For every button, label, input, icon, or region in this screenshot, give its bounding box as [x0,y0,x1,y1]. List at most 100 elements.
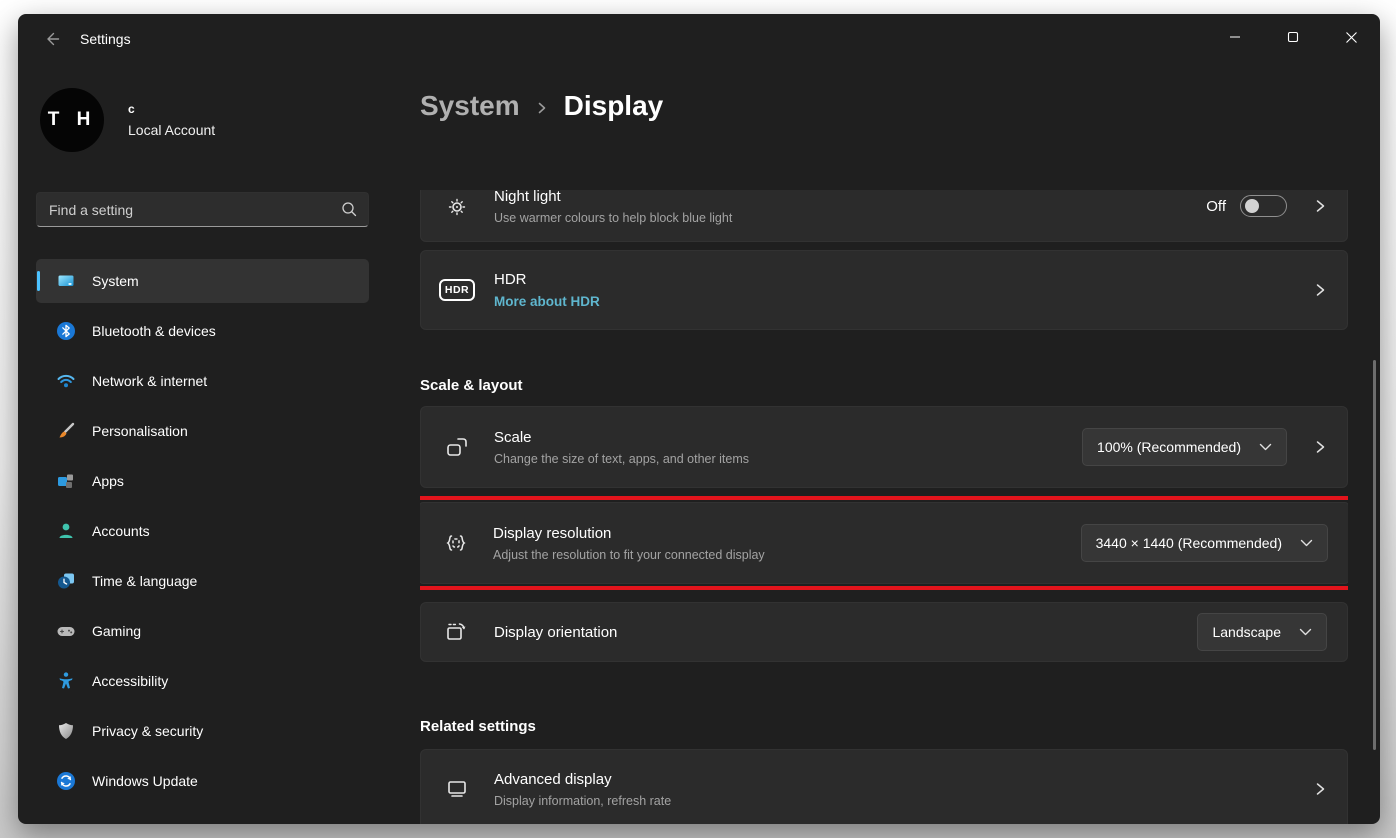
windows-update-icon [56,771,76,791]
privacy-shield-icon [56,721,76,741]
back-arrow-icon [43,30,61,48]
sidebar-item-label: Privacy & security [92,723,203,739]
sidebar-item-label: Apps [92,473,124,489]
chevron-down-icon [1259,443,1272,452]
display-orientation-value: Landscape [1212,624,1281,640]
close-button[interactable] [1322,14,1380,60]
display-resolution-title: Display resolution [493,525,1081,542]
sidebar-item-label: Gaming [92,623,141,639]
time-language-icon [56,571,76,591]
sidebar-item-network-internet[interactable]: Network & internet [36,359,369,403]
search-input[interactable] [36,192,369,227]
accessibility-person-icon [56,671,76,691]
chevron-right-icon [1313,198,1327,214]
scale-dropdown-value: 100% (Recommended) [1097,439,1241,455]
network-icon [56,371,76,391]
sidebar-nav: System Bluetooth & devices Network & int… [36,259,404,803]
sidebar-item-label: Bluetooth & devices [92,323,216,339]
minimize-icon [1229,31,1241,43]
advanced-display-subtitle: Display information, refresh rate [494,794,1313,808]
chevron-right-icon [1313,781,1327,797]
display-orientation-icon [444,619,470,645]
back-button[interactable] [32,22,72,56]
search-icon [340,200,358,218]
night-light-toggle-state: Off [1206,198,1226,215]
main-content: System Display Night light Use warmer co… [420,64,1380,824]
night-light-subtitle: Use warmer colours to help block blue li… [494,211,1206,225]
window-controls [1206,14,1380,60]
search-box [36,192,404,227]
advanced-display-icon [444,776,470,802]
minimize-button[interactable] [1206,14,1264,60]
scale-dropdown[interactable]: 100% (Recommended) [1082,428,1287,466]
section-related-settings: Related settings [420,718,1348,735]
display-resolution-row[interactable]: Display resolution Adjust the resolution… [420,502,1348,584]
sidebar-item-time-language[interactable]: Time & language [36,559,369,603]
sidebar-item-system[interactable]: System [36,259,369,303]
chevron-right-icon [1313,282,1327,298]
display-resolution-icon [443,530,469,556]
chevron-right-icon [1313,439,1327,455]
account-type: Local Account [128,122,215,138]
accounts-person-icon [56,521,76,541]
sidebar-item-label: Network & internet [92,373,207,389]
sidebar-item-gaming[interactable]: Gaming [36,609,369,653]
advanced-display-row[interactable]: Advanced display Display information, re… [420,749,1348,824]
hdr-title: HDR [494,271,1313,288]
titlebar: Settings [18,14,1380,64]
sidebar-item-apps[interactable]: Apps [36,459,369,503]
hdr-row[interactable]: HDR HDR More about HDR [420,250,1348,330]
chevron-down-icon [1300,539,1313,548]
display-orientation-title: Display orientation [494,624,1197,641]
system-icon [56,271,76,291]
breadcrumb: System Display [420,90,663,122]
night-light-row[interactable]: Night light Use warmer colours to help b… [420,190,1348,242]
sidebar-item-accounts[interactable]: Accounts [36,509,369,553]
sidebar-item-accessibility[interactable]: Accessibility [36,659,369,703]
sidebar-item-label: Accounts [92,523,150,539]
settings-window: Settings T H c Local Account [18,14,1380,824]
hdr-icon: HDR [444,277,470,303]
scrollbar[interactable] [1373,360,1376,750]
sidebar-item-label: Personalisation [92,423,188,439]
close-icon [1345,31,1358,44]
sidebar: T H c Local Account System [18,64,420,824]
app-title: Settings [80,31,131,47]
hdr-link[interactable]: More about HDR [494,294,1313,309]
night-light-icon [444,193,470,219]
sidebar-item-personalisation[interactable]: Personalisation [36,409,369,453]
apps-icon [56,471,76,491]
advanced-display-title: Advanced display [494,771,1313,788]
sidebar-item-label: Windows Update [92,773,198,789]
sidebar-item-label: Time & language [92,573,197,589]
gaming-gamepad-icon [56,621,76,641]
display-resolution-subtitle: Adjust the resolution to fit your connec… [493,548,1081,562]
account-section[interactable]: T H c Local Account [40,88,404,152]
settings-scroll-area: Night light Use warmer colours to help b… [420,190,1348,824]
display-resolution-dropdown[interactable]: 3440 × 1440 (Recommended) [1081,524,1328,562]
night-light-toggle[interactable] [1240,195,1287,217]
sidebar-item-bluetooth-devices[interactable]: Bluetooth & devices [36,309,369,353]
scale-icon [444,434,470,460]
sidebar-item-privacy-security[interactable]: Privacy & security [36,709,369,753]
personalisation-brush-icon [56,421,76,441]
display-orientation-dropdown[interactable]: Landscape [1197,613,1327,651]
sidebar-item-windows-update[interactable]: Windows Update [36,759,369,803]
chevron-down-icon [1299,628,1312,637]
avatar[interactable]: T H [40,88,104,152]
maximize-icon [1287,31,1299,43]
bluetooth-icon [56,321,76,341]
breadcrumb-parent[interactable]: System [420,90,520,122]
display-orientation-row[interactable]: Display orientation Landscape [420,602,1348,662]
night-light-title: Night light [494,190,1206,205]
scale-row[interactable]: Scale Change the size of text, apps, and… [420,406,1348,488]
section-scale-layout: Scale & layout [420,377,1348,394]
maximize-button[interactable] [1264,14,1322,60]
display-resolution-value: 3440 × 1440 (Recommended) [1096,535,1282,551]
account-name: c [128,102,215,116]
selected-indicator [37,271,40,291]
highlight-annotation: Display resolution Adjust the resolution… [420,496,1348,590]
sidebar-item-label: Accessibility [92,673,168,689]
toggle-knob [1245,199,1259,213]
breadcrumb-separator-icon [536,101,548,115]
